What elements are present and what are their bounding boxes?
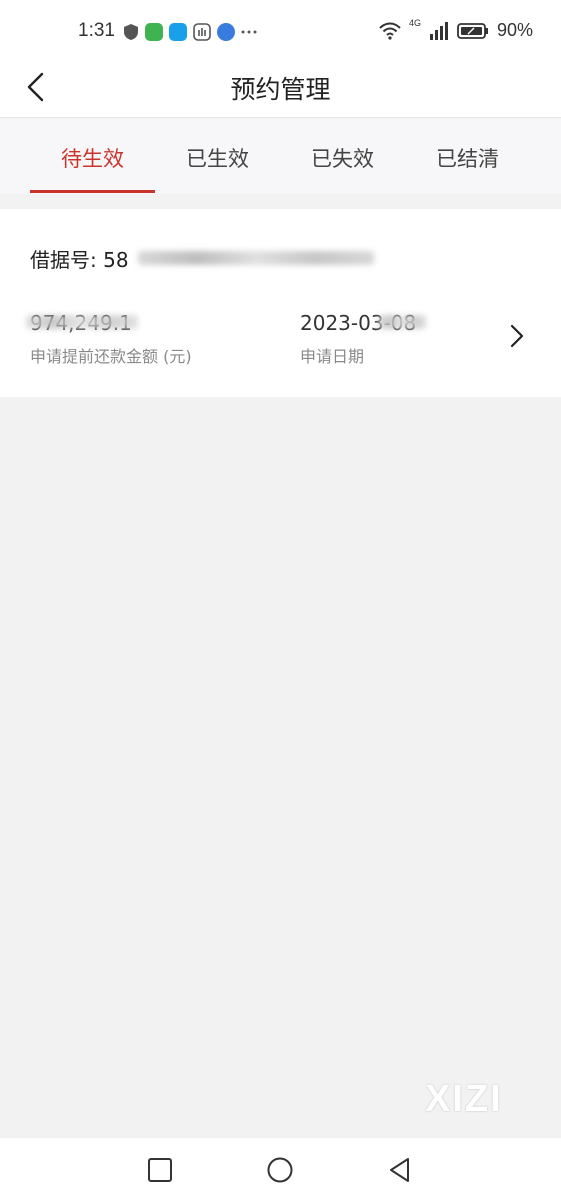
recent-apps-icon[interactable] (145, 1155, 175, 1185)
system-status: 4G 90% (379, 17, 533, 41)
wifi-icon (379, 22, 401, 40)
page-title: 预约管理 (230, 75, 331, 104)
more-icon (241, 30, 257, 34)
watermark-logo: XIZI (425, 1078, 503, 1120)
notification-icons (123, 22, 257, 42)
header-bar: 预约管理 (0, 60, 561, 118)
tab-settled[interactable]: 已结清 (405, 143, 530, 173)
status-tabs: 待生效 已生效 已失效 已结清 (0, 119, 561, 194)
appointment-card[interactable]: 借据号: 58 974,249.1 申请提前还款金额 (元) 2023-03-0… (0, 209, 561, 397)
network-type: 4G (408, 17, 421, 28)
signal-icon (429, 21, 448, 40)
active-tab-indicator (30, 190, 155, 193)
status-bar: 1:31 4G 90% (0, 0, 561, 60)
tab-effective[interactable]: 已生效 (155, 143, 280, 173)
loan-number-label: 借据号: (30, 248, 97, 272)
loan-number-row: 借据号: 58 (30, 244, 129, 273)
system-nav-bar (0, 1138, 561, 1200)
battery-level: 90% (496, 20, 533, 40)
back-nav-icon[interactable] (385, 1155, 415, 1185)
tab-pending[interactable]: 待生效 (30, 143, 155, 173)
search-app-icon (169, 23, 187, 41)
tab-expired[interactable]: 已失效 (280, 143, 405, 173)
shield-icon (124, 24, 138, 40)
redacted-date (378, 315, 426, 329)
hand-icon (193, 23, 211, 41)
battery-icon (457, 22, 488, 39)
chevron-right-icon[interactable] (506, 323, 528, 349)
redacted-loan-number (138, 251, 374, 265)
application-date-label: 申请日期 (300, 347, 365, 366)
repayment-amount-label: 申请提前还款金额 (元) (30, 347, 192, 366)
status-time: 1:31 (78, 20, 115, 41)
home-icon[interactable] (265, 1155, 295, 1185)
green-app-icon (145, 23, 163, 41)
globe-app-icon (217, 23, 235, 41)
loan-number-value: 58 (103, 248, 129, 272)
redacted-amount (26, 315, 138, 329)
